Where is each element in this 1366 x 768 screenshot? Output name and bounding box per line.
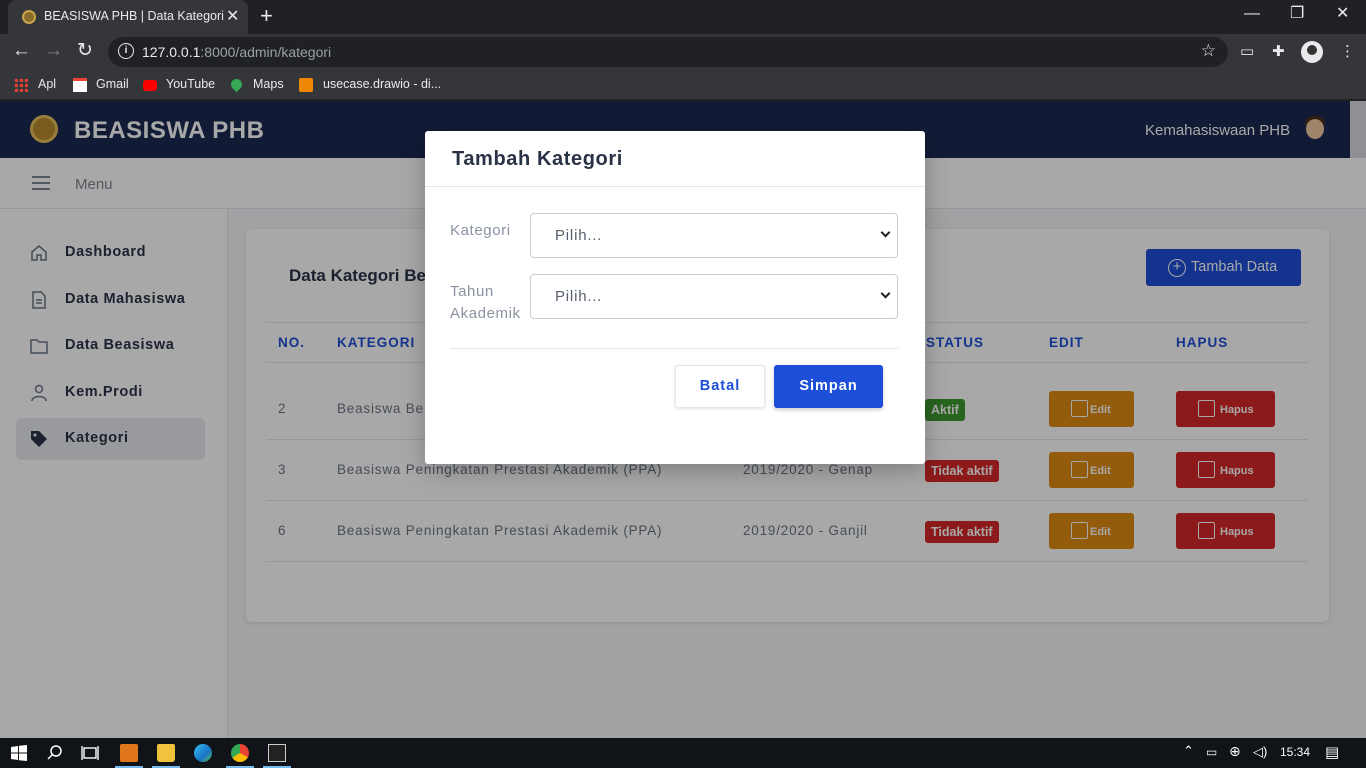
forward-icon[interactable]: → — [44, 40, 63, 62]
browser-tabbar: BEASISWA PHB | Data Kategori ✕ + — ❐ ✕ — [0, 0, 1366, 34]
drawio-icon — [299, 78, 313, 92]
bookmark-youtube[interactable]: YouTube — [166, 77, 215, 91]
gmail-icon — [73, 78, 87, 92]
tahun-akademik-label-line1: Tahun — [450, 283, 494, 300]
maps-icon — [228, 76, 245, 93]
battery-icon[interactable]: ▭ — [1206, 745, 1217, 759]
bookmark-star-icon[interactable]: ☆ — [1201, 41, 1216, 61]
tambah-kategori-modal: Tambah Kategori Kategori Pilih... Tahun … — [425, 131, 925, 464]
kategori-select[interactable]: Pilih... — [530, 213, 898, 258]
site-favicon-icon — [22, 10, 36, 24]
close-window-icon[interactable]: ✕ — [1336, 4, 1349, 24]
back-icon[interactable]: ← — [12, 40, 31, 62]
terminal-icon[interactable] — [268, 744, 286, 762]
search-icon[interactable] — [46, 744, 64, 762]
url-text: 127.0.0.1:8000/admin/kategori — [142, 44, 332, 60]
profile-avatar[interactable] — [1301, 41, 1323, 63]
browser-toolbar: ← → ↻ i 127.0.0.1:8000/admin/kategori ☆ … — [0, 34, 1366, 70]
task-view-icon[interactable] — [81, 744, 99, 762]
volume-icon[interactable]: ◁) — [1253, 744, 1267, 760]
modal-divider — [450, 348, 899, 349]
more-menu-icon[interactable]: ⋮ — [1340, 43, 1355, 61]
tahun-akademik-select[interactable]: Pilih... — [530, 274, 898, 319]
network-globe-icon[interactable]: ⊕ — [1229, 743, 1241, 760]
chevron-down-icon — [880, 227, 891, 238]
new-tab-icon[interactable]: + — [260, 4, 273, 28]
browser-tab[interactable]: BEASISWA PHB | Data Kategori ✕ — [8, 0, 248, 34]
modal-header: Tambah Kategori — [425, 131, 925, 187]
bookmark-maps[interactable]: Maps — [253, 77, 284, 91]
windows-taskbar: ⌃ ▭ ⊕ ◁) 15:34 ▤ — [0, 738, 1366, 768]
tahun-akademik-label-line2: Akademik — [450, 305, 521, 322]
cast-icon[interactable]: ▭ — [1240, 43, 1254, 61]
apps-grid-icon — [14, 78, 28, 92]
file-explorer-icon[interactable] — [157, 744, 175, 762]
youtube-icon — [143, 80, 157, 91]
bookmark-apl[interactable]: Apl — [38, 77, 56, 91]
site-info-icon[interactable]: i — [118, 43, 134, 59]
chevron-down-icon — [880, 288, 891, 299]
xampp-icon[interactable] — [120, 744, 138, 762]
batal-button[interactable]: Batal — [675, 365, 765, 408]
bookmark-gmail[interactable]: Gmail — [96, 77, 129, 91]
kategori-label: Kategori — [450, 222, 511, 239]
restore-icon[interactable]: ❐ — [1290, 4, 1304, 24]
reload-icon[interactable]: ↻ — [77, 40, 93, 62]
clock-time[interactable]: 15:34 — [1280, 745, 1310, 759]
close-tab-icon[interactable]: ✕ — [226, 6, 239, 26]
tray-expand-icon[interactable]: ⌃ — [1183, 743, 1194, 759]
bookmarks-bar: Apl Gmail YouTube Maps usecase.drawio - … — [0, 70, 1366, 100]
edge-icon[interactable] — [194, 744, 212, 762]
windows-start-icon[interactable] — [10, 744, 28, 762]
tab-title: BEASISWA PHB | Data Kategori — [44, 9, 224, 23]
tahun-akademik-select-value: Pilih... — [555, 288, 603, 305]
kategori-select-value: Pilih... — [555, 227, 603, 244]
address-bar[interactable]: i 127.0.0.1:8000/admin/kategori ☆ — [108, 37, 1228, 67]
notifications-icon[interactable]: ▤ — [1325, 743, 1339, 761]
bookmark-drawio[interactable]: usecase.drawio - di... — [323, 77, 441, 91]
extensions-icon[interactable]: ✚ — [1272, 43, 1285, 61]
minimize-icon[interactable]: — — [1244, 4, 1260, 24]
modal-title: Tambah Kategori — [452, 148, 623, 170]
chrome-icon[interactable] — [231, 744, 249, 762]
simpan-button[interactable]: Simpan — [774, 365, 883, 408]
